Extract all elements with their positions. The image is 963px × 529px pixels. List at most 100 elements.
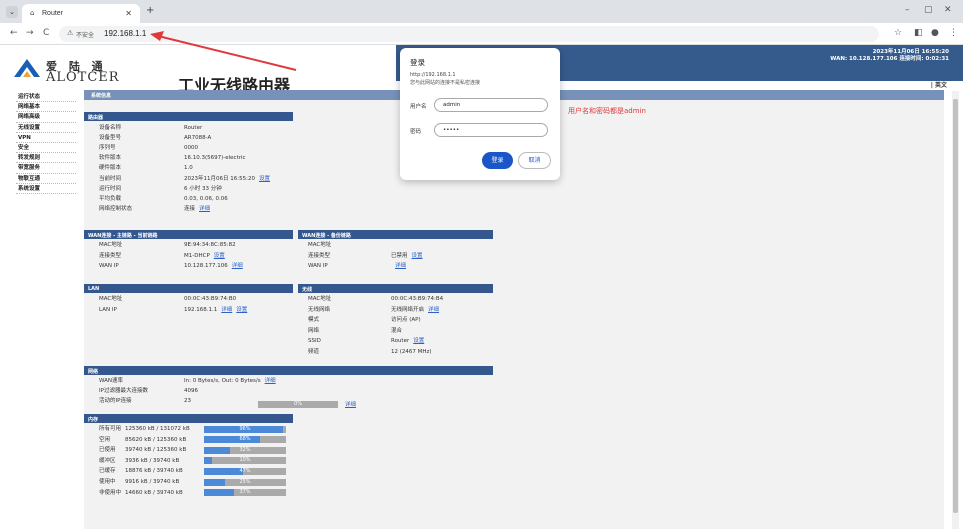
url-text[interactable]: 192.168.1.1 bbox=[104, 29, 146, 38]
wireless-row: 无线网络 无线网络开启 详细 bbox=[308, 305, 508, 315]
memory-row-key: 所有可用 bbox=[99, 426, 122, 432]
tab-search-icon[interactable]: ⌄ bbox=[6, 6, 18, 18]
row-key: 频道 bbox=[308, 348, 320, 355]
reload-button[interactable]: C bbox=[43, 28, 49, 38]
row-value: 0.03, 0.06, 0.06 bbox=[184, 194, 228, 204]
memory-usage-bar: 47% bbox=[204, 467, 286, 475]
username-input[interactable]: admin bbox=[434, 98, 548, 112]
minimize-button[interactable]: – bbox=[905, 5, 910, 15]
profile-avatar-icon[interactable]: ● bbox=[931, 28, 939, 38]
memory-usage-bar-label: 96% bbox=[239, 425, 251, 432]
row-link[interactable]: 详细 bbox=[265, 378, 276, 384]
section-memory-title: 内存 bbox=[88, 416, 99, 423]
window-close-button[interactable]: ✕ bbox=[944, 5, 952, 15]
row-value: 16.10.3(5697)-electric bbox=[184, 153, 246, 163]
browser-tab[interactable]: ⌂ Router ✕ bbox=[22, 4, 140, 23]
restore-button[interactable]: ▢ bbox=[924, 5, 933, 15]
sidebar-item-vpn[interactable]: VPN bbox=[16, 133, 76, 143]
sidebar-item-status[interactable]: 运行状态 bbox=[16, 92, 76, 103]
row-value-text: 1.0 bbox=[184, 165, 193, 172]
row-key: 活动的IP连接 bbox=[99, 398, 132, 404]
memory-usage-bar-label: 37% bbox=[239, 489, 251, 496]
memory-row-key: 非使用中 bbox=[99, 489, 122, 496]
memory-usage-bar: 25% bbox=[204, 478, 286, 486]
row-value: 00:0C:43:B9:74:B4 bbox=[391, 294, 443, 304]
connections-bar-label: 0% bbox=[294, 401, 302, 407]
row-value-text: Router bbox=[391, 338, 410, 344]
row-link[interactable]: 详细 bbox=[395, 263, 406, 269]
memory-row-key: 已缓存 bbox=[99, 468, 116, 475]
sidebar-item-iot[interactable]: 物联互通 bbox=[16, 174, 76, 184]
memory-usage-bar-label: 47% bbox=[239, 467, 251, 474]
sidebar-item-system[interactable]: 系统设置 bbox=[16, 184, 76, 194]
dialog-note: 您与此网站的连接不是私密连接 bbox=[410, 80, 481, 86]
side-panel-icon[interactable]: ◧ bbox=[914, 28, 923, 38]
sidebar-item-security[interactable]: 安全 bbox=[16, 143, 76, 154]
row-value-text: 192.168.1.1 bbox=[184, 306, 218, 313]
scrollbar-thumb[interactable] bbox=[953, 99, 958, 513]
password-input[interactable]: ••••• bbox=[434, 123, 548, 137]
sidebar-item-wireless[interactable]: 无线设置 bbox=[16, 123, 76, 133]
memory-row-value: 9916 kB / 39740 kB bbox=[125, 479, 180, 485]
menu-kebab-icon[interactable]: ⋮ bbox=[949, 28, 958, 38]
wireless-row: SSID Router 设置 bbox=[308, 336, 508, 346]
dialog-title: 登录 bbox=[410, 58, 425, 67]
row-value-text: 16.10.3(5697)-electric bbox=[184, 155, 246, 162]
row-value-text: AR7088-A bbox=[184, 135, 212, 142]
sidebar-item-forwarding[interactable]: 转发规则 bbox=[16, 153, 76, 164]
address-bar[interactable]: ⚠ 不安全 192.168.1.1 bbox=[59, 26, 879, 42]
row-link[interactable]: 设置 bbox=[236, 307, 247, 313]
wan-main-row: MAC地址 9E:94:34:8C:85:82 bbox=[99, 240, 299, 250]
row-key: 平均负载 bbox=[99, 195, 122, 202]
row-key: 当前时间 bbox=[99, 175, 122, 182]
forward-button[interactable]: → bbox=[26, 28, 34, 38]
sidebar-item-network-basic[interactable]: 网络基本 bbox=[16, 102, 76, 113]
back-button[interactable]: ← bbox=[10, 28, 18, 38]
row-value-text: 已禁用 bbox=[391, 252, 408, 259]
row-key: MAC地址 bbox=[99, 242, 123, 248]
row-link[interactable]: 详细 bbox=[232, 263, 243, 269]
wireless-row: MAC地址 00:0C:43:B9:74:B4 bbox=[308, 294, 508, 304]
section-network: 网络 bbox=[84, 366, 493, 375]
language-switch[interactable]: | 英文 bbox=[931, 80, 947, 89]
memory-row-value: 3936 kB / 39740 kB bbox=[125, 457, 180, 464]
wan-main-row: 连接类型 M1-DHCP 设置 bbox=[99, 251, 299, 261]
tab-close-icon[interactable]: ✕ bbox=[125, 9, 132, 18]
header-datetime: 2023年11月06日 16:55:20 bbox=[872, 49, 949, 55]
login-button[interactable]: 登录 bbox=[482, 152, 513, 169]
memory-usage-bar-label: 10% bbox=[239, 457, 251, 464]
sidebar-item-network-advanced[interactable]: 网络高级 bbox=[16, 112, 76, 123]
row-value: 6 小时 33 分钟 bbox=[184, 184, 222, 194]
sidebar-item-bandwidth[interactable]: 带宽服务 bbox=[16, 163, 76, 174]
row-link[interactable]: 设置 bbox=[214, 253, 225, 259]
section-wan-main: WAN连接 - 主链路 - 当前链路 bbox=[84, 230, 293, 239]
row-link[interactable]: 详细 bbox=[199, 206, 210, 212]
new-tab-button[interactable]: + bbox=[146, 5, 154, 16]
header-wan-info: WAN: 10.128.177.106 连接时间: 0:02:31 bbox=[830, 56, 949, 62]
row-key: 连接类型 bbox=[99, 252, 122, 259]
row-value: 已禁用 设置 bbox=[391, 251, 423, 261]
row-value-text: 0000 bbox=[184, 145, 198, 152]
section-memory: 内存 bbox=[84, 414, 293, 423]
cancel-button[interactable]: 取消 bbox=[518, 152, 551, 169]
row-link[interactable]: 设置 bbox=[413, 338, 424, 344]
connections-detail-link[interactable]: 详细 bbox=[345, 400, 356, 408]
header-status: 2023年11月06日 16:55:20 WAN: 10.128.177.106… bbox=[830, 49, 949, 63]
memory-usage-bar: 37% bbox=[204, 489, 286, 497]
row-link[interactable]: 设置 bbox=[412, 253, 423, 259]
row-link[interactable]: 设置 bbox=[259, 176, 270, 182]
bookmark-star-icon[interactable]: ☆ bbox=[894, 28, 902, 38]
password-label: 密码 bbox=[410, 129, 422, 135]
page-scrollbar[interactable] bbox=[952, 91, 959, 529]
row-value-text: In: 0 Bytes/s, Out: 0 Bytes/s bbox=[184, 378, 261, 384]
wan-backup-row: MAC地址 bbox=[308, 240, 508, 250]
row-link[interactable]: 详细 bbox=[428, 307, 439, 313]
memory-usage-bar-label: 32% bbox=[239, 446, 251, 453]
dialog-url: http://192.168.1.1 bbox=[410, 72, 456, 78]
row-link[interactable]: 详细 bbox=[221, 307, 232, 313]
row-value-text: 访问点 (AP) bbox=[391, 317, 421, 323]
row-value: 2023年11月06日 16:55:20 设置 bbox=[184, 174, 270, 184]
warning-icon[interactable]: ⚠ bbox=[67, 29, 73, 37]
network-row: IP过滤器最大连接数 4096 bbox=[99, 386, 299, 396]
section-wan-backup-title: WAN连接 - 备份链路 bbox=[302, 232, 351, 239]
